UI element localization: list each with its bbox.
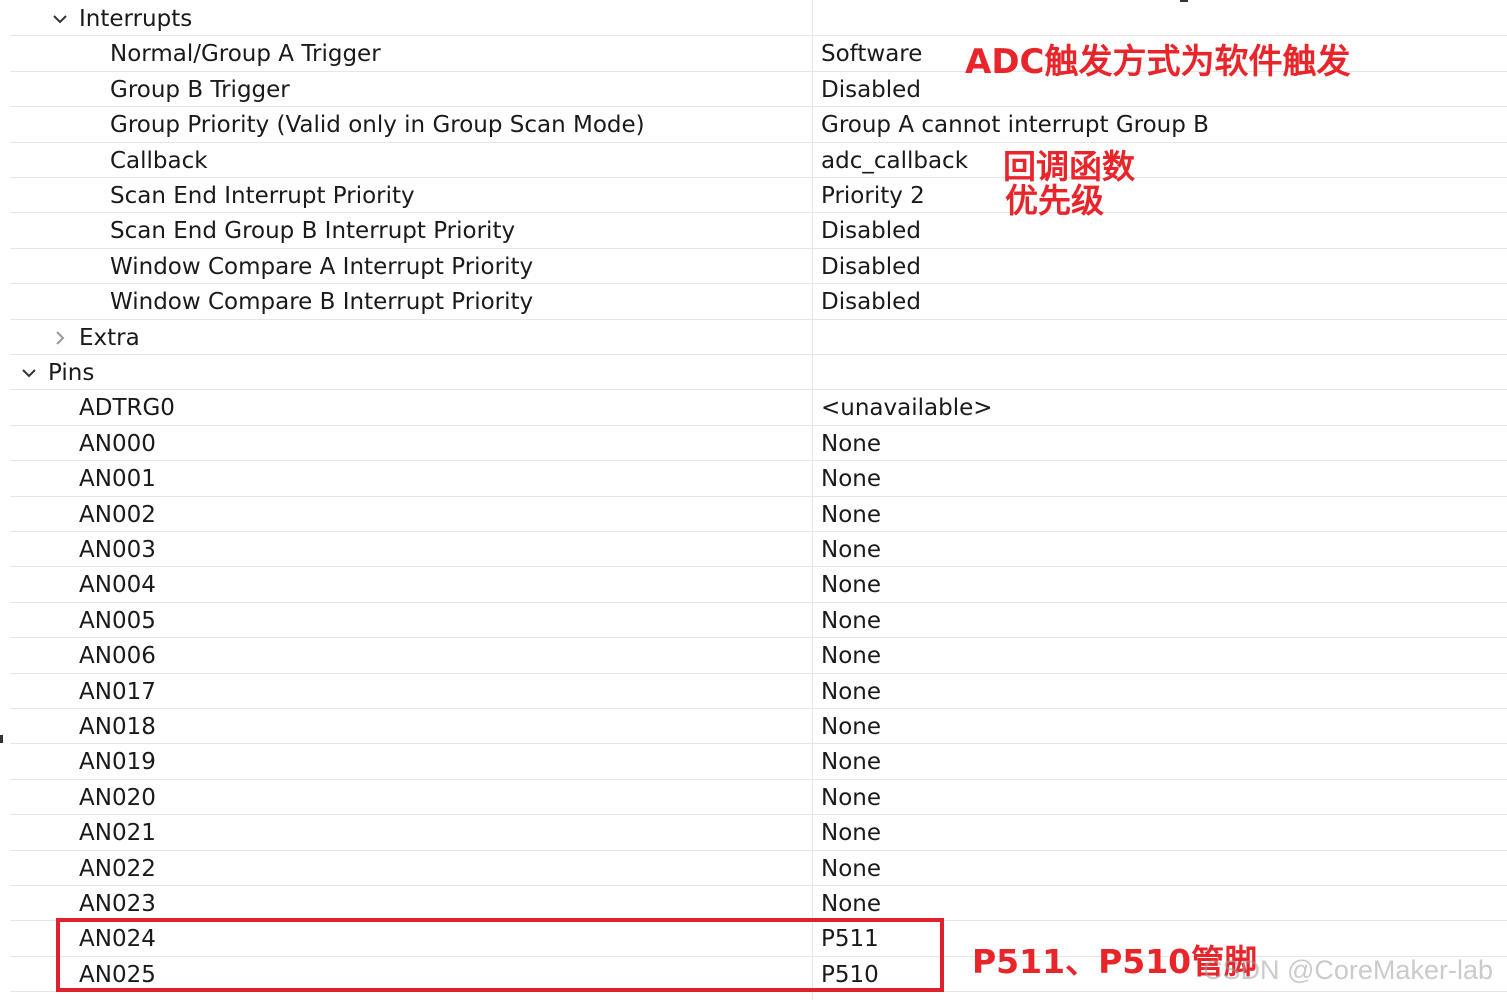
- pin-row[interactable]: AN023 None: [10, 886, 1507, 922]
- watermark: CSDN @CoreMaker-lab: [1203, 955, 1493, 985]
- property-name: Window Compare A Interrupt Priority: [110, 253, 534, 280]
- group-label-pins: Pins: [48, 360, 95, 386]
- group-row-interrupts[interactable]: Interrupts: [10, 1, 1507, 37]
- pin-name: AN022: [79, 855, 156, 882]
- pin-name: AN020: [79, 784, 156, 811]
- pin-row[interactable]: AN017 None: [10, 674, 1507, 709]
- pin-row[interactable]: AN020 None: [10, 780, 1507, 816]
- chevron-down-icon[interactable]: [19, 355, 39, 390]
- property-value[interactable]: Disabled: [821, 284, 921, 319]
- edge-mark: [0, 735, 3, 743]
- property-name: Group Priority (Valid only in Group Scan…: [110, 112, 645, 139]
- pin-name: AN001: [79, 466, 156, 493]
- chevron-right-icon[interactable]: [50, 320, 70, 355]
- property-name: Scan End Interrupt Priority: [110, 183, 415, 209]
- property-value[interactable]: Disabled: [821, 72, 921, 107]
- pin-name: AN017: [79, 678, 156, 705]
- property-name: Scan End Group B Interrupt Priority: [110, 218, 516, 245]
- pin-row[interactable]: AN019 None: [10, 744, 1507, 780]
- group-label-interrupts: Interrupts: [79, 6, 193, 32]
- pin-value[interactable]: None: [821, 886, 881, 921]
- property-row[interactable]: Group Priority (Valid only in Group Scan…: [10, 107, 1507, 143]
- pin-name: AN006: [79, 643, 156, 670]
- pin-name: AN018: [79, 714, 156, 740]
- pin-row[interactable]: AN000 None: [10, 426, 1507, 462]
- pin-value[interactable]: None: [821, 426, 881, 461]
- group-row-pins[interactable]: Pins: [10, 355, 1507, 391]
- highlight-box: [56, 918, 944, 992]
- pin-name: AN023: [79, 891, 156, 917]
- pin-name: AN003: [79, 537, 156, 563]
- property-value[interactable]: adc_callback: [821, 143, 968, 178]
- property-row[interactable]: Window Compare A Interrupt Priority Disa…: [10, 249, 1507, 285]
- pin-row[interactable]: AN006 None: [10, 638, 1507, 674]
- pin-value[interactable]: <unavailable>: [821, 390, 993, 425]
- annotation-priority-note: 优先级: [1005, 181, 1104, 220]
- pin-value[interactable]: None: [821, 709, 881, 744]
- pin-row[interactable]: ADTRG0 <unavailable>: [10, 390, 1507, 426]
- group-label-extra: Extra: [79, 324, 140, 351]
- property-row[interactable]: Window Compare B Interrupt Priority Disa…: [10, 284, 1507, 320]
- pin-row[interactable]: AN005 None: [10, 603, 1507, 639]
- pin-name: AN002: [79, 501, 156, 528]
- pin-name: AN004: [79, 572, 156, 599]
- pin-value[interactable]: None: [821, 532, 881, 567]
- pin-name: AN019: [79, 749, 156, 776]
- pin-value[interactable]: None: [821, 674, 881, 709]
- pin-row[interactable]: AN004 None: [10, 567, 1507, 603]
- property-value[interactable]: Software: [821, 36, 922, 71]
- pin-row[interactable]: AN018 None: [10, 709, 1507, 745]
- pin-row[interactable]: AN022 None: [10, 851, 1507, 886]
- group-row-extra[interactable]: Extra: [10, 320, 1507, 355]
- top-mark: [1180, 0, 1188, 2]
- pin-row[interactable]: AN003 None: [10, 532, 1507, 568]
- pin-value[interactable]: None: [821, 815, 881, 850]
- property-table: Interrupts Normal/Group A Trigger Softwa…: [0, 0, 1507, 1000]
- pin-row[interactable]: AN002 None: [10, 497, 1507, 532]
- pin-value[interactable]: None: [821, 461, 881, 496]
- pin-row[interactable]: AN001 None: [10, 461, 1507, 497]
- property-value[interactable]: Group A cannot interrupt Group B: [821, 107, 1209, 142]
- pin-name: AN021: [79, 820, 156, 847]
- pin-name: AN005: [79, 607, 156, 634]
- property-name: Normal/Group A Trigger: [110, 41, 381, 68]
- pin-row[interactable]: AN021 None: [10, 815, 1507, 851]
- pin-value[interactable]: None: [821, 638, 881, 673]
- pin-name: ADTRG0: [79, 395, 175, 422]
- pin-value[interactable]: None: [821, 780, 881, 815]
- property-name: Callback: [110, 147, 208, 174]
- pin-value[interactable]: None: [821, 497, 881, 532]
- property-name: Group B Trigger: [110, 76, 290, 103]
- property-row[interactable]: Scan End Interrupt Priority Priority 2: [10, 178, 1507, 214]
- pin-value[interactable]: None: [821, 744, 881, 779]
- property-name: Window Compare B Interrupt Priority: [110, 289, 534, 316]
- annotation-trigger-note: ADC触发方式为软件触发: [965, 42, 1351, 82]
- property-value[interactable]: Disabled: [821, 213, 921, 248]
- property-row[interactable]: Callback adc_callback: [10, 143, 1507, 178]
- pin-name: AN000: [79, 430, 156, 457]
- chevron-down-icon[interactable]: [50, 1, 70, 36]
- property-value[interactable]: Disabled: [821, 249, 921, 284]
- pin-value[interactable]: None: [821, 567, 881, 602]
- property-row[interactable]: Scan End Group B Interrupt Priority Disa…: [10, 213, 1507, 249]
- pin-value[interactable]: None: [821, 603, 881, 638]
- pin-value[interactable]: None: [821, 851, 881, 886]
- property-value[interactable]: Priority 2: [821, 178, 925, 213]
